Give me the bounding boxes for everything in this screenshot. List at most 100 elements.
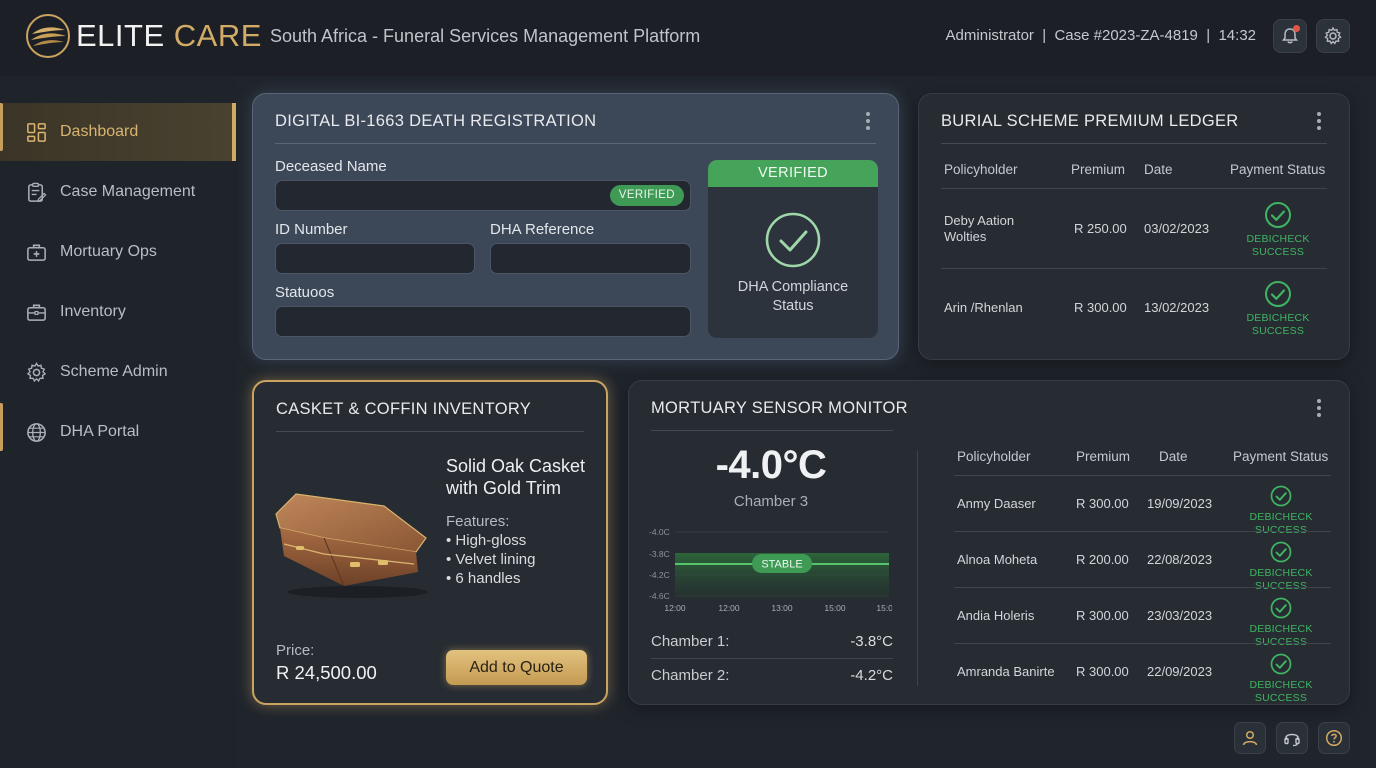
chamber-reading-row: Chamber 2: -4.2°C <box>651 667 893 684</box>
brand-name-part2: CARE <box>173 18 262 53</box>
brand-logo[interactable]: ELITE CARE <box>24 12 262 60</box>
brand-name-part1: ELITE <box>76 18 165 53</box>
wings-logo-icon <box>26 14 70 58</box>
payment-status-cell: DEBICHECK SUCCESS <box>1246 233 1310 258</box>
stable-badge: STABLE <box>761 559 802 571</box>
policyholder-cell: Deby Aation Wolties <box>944 213 1015 244</box>
help-button[interactable] <box>1318 722 1350 754</box>
more-options-icon[interactable] <box>860 112 876 132</box>
product-name-line1: Solid Oak Casket <box>446 456 586 476</box>
headset-icon <box>1284 733 1300 747</box>
x-tick-label: 13:00 <box>771 603 793 613</box>
features-label: Features: <box>446 513 510 530</box>
price-value: R 24,500.00 <box>276 662 377 683</box>
clipboard-icon <box>28 182 47 202</box>
status-field[interactable] <box>275 306 691 337</box>
check-circle-icon <box>1270 485 1292 507</box>
policyholder-cell: Arin /Rhenlan <box>944 300 1023 315</box>
chamber-label: Chamber 2: <box>651 667 730 684</box>
gear-icon <box>1324 26 1342 45</box>
mortuary-sensor-card: MORTUARY SENSOR MONITOR -4.0°C Chamber 3… <box>628 380 1350 705</box>
sidebar-item-label: Inventory <box>60 303 126 320</box>
divider <box>954 531 1331 532</box>
casket-image <box>275 493 428 598</box>
premium-cell: R 300.00 <box>1076 496 1129 511</box>
column-header-policyholder: Policyholder <box>944 162 1018 177</box>
column-header-policyholder: Policyholder <box>957 449 1031 464</box>
divider <box>276 431 584 432</box>
sidebar-item-mortuary-ops[interactable]: Mortuary Ops <box>0 223 236 281</box>
card-title: CASKET & COFFIN INVENTORY <box>276 400 532 418</box>
user-icon <box>1242 730 1258 746</box>
gear-icon <box>26 361 47 382</box>
divider <box>651 430 893 431</box>
chamber-reading-row: Chamber 1: -3.8°C <box>651 633 893 650</box>
dha-reference-field[interactable] <box>490 243 691 274</box>
compliance-status-header: VERIFIED <box>708 160 878 187</box>
column-header-date: Date <box>1144 162 1173 177</box>
sidebar-item-scheme-admin[interactable]: Scheme Admin <box>0 343 236 401</box>
feature-item: • Velvet lining <box>446 551 536 568</box>
platform-title: South Africa - Funeral Services Manageme… <box>270 26 701 46</box>
casket-inventory-card: CASKET & COFFIN INVENTORY Solid Oak Cask… <box>252 380 608 705</box>
check-circle-icon <box>1270 653 1292 675</box>
check-circle-icon <box>1270 541 1292 563</box>
deceased-name-field[interactable]: VERIFIED <box>275 180 691 211</box>
premium-ledger-card: BURIAL SCHEME PREMIUM LEDGER Policyholde… <box>918 93 1350 360</box>
add-to-quote-button[interactable]: Add to Quote <box>446 650 587 685</box>
column-header-date: Date <box>1159 449 1188 464</box>
card-title: MORTUARY SENSOR MONITOR <box>651 399 908 417</box>
notifications-button[interactable] <box>1273 19 1307 53</box>
premium-cell: R 250.00 <box>1074 221 1127 236</box>
payment-status-cell: DEBICHECK SUCCESS <box>1249 623 1313 648</box>
top-bar: ELITE CARE South Africa - Funeral Servic… <box>0 0 1376 76</box>
feature-item: • 6 handles <box>446 570 521 587</box>
card-title: DIGITAL BI-1663 DEATH REGISTRATION <box>275 112 597 130</box>
settings-button[interactable] <box>1316 19 1350 53</box>
sidebar-item-case-management[interactable]: Case Management <box>0 163 236 221</box>
date-cell: 22/09/2023 <box>1147 664 1213 679</box>
date-cell: 23/03/2023 <box>1147 608 1213 623</box>
more-options-icon[interactable] <box>1311 112 1327 132</box>
premium-cell: R 300.00 <box>1074 300 1127 315</box>
x-tick-label: 15:00 <box>824 603 846 613</box>
divider <box>954 475 1331 476</box>
death-registration-card: DIGITAL BI-1663 DEATH REGISTRATION Decea… <box>252 93 899 360</box>
column-header-payment-status: Payment Status <box>1233 449 1329 464</box>
sidebar-item-dha-portal[interactable]: DHA Portal <box>0 403 236 461</box>
policyholder-cell: Andia Holeris <box>957 608 1035 623</box>
chamber-value: -4.2°C <box>850 667 893 684</box>
payment-status-cell: DEBICHECK SUCCESS <box>1249 567 1313 592</box>
feature-item: • High-gloss <box>446 532 527 549</box>
payment-status-cell: DEBICHECK SUCCESS <box>1246 312 1310 337</box>
sidebar-item-dashboard[interactable]: Dashboard <box>0 103 236 161</box>
check-circle-icon <box>765 212 821 268</box>
divider <box>941 268 1327 269</box>
support-button[interactable] <box>1276 722 1308 754</box>
card-title: BURIAL SCHEME PREMIUM LEDGER <box>941 112 1239 130</box>
payment-status-cell: DEBICHECK SUCCESS <box>1249 679 1313 704</box>
divider <box>954 643 1331 644</box>
session-status: Administrator | Case #2023-ZA-4819 | 14:… <box>945 27 1256 44</box>
profile-button[interactable] <box>1234 722 1266 754</box>
brand-name: ELITE CARE <box>76 12 262 60</box>
id-number-field[interactable] <box>275 243 475 274</box>
more-options-icon[interactable] <box>1311 399 1327 419</box>
divider <box>941 188 1327 189</box>
check-circle-icon <box>1265 281 1291 307</box>
product-name: Solid Oak Casket with Gold Trim <box>446 455 585 499</box>
chamber-value: -3.8°C <box>850 633 893 650</box>
chamber-name: Chamber 3 <box>733 493 809 510</box>
id-number-label: ID Number <box>275 221 348 238</box>
y-tick-label: -4.0C <box>649 527 670 537</box>
chamber-label: Chamber 1: <box>651 633 730 650</box>
sidebar-item-inventory[interactable]: Inventory <box>0 283 236 341</box>
date-cell: 19/09/2023 <box>1147 496 1213 511</box>
divider <box>275 143 876 144</box>
divider <box>941 143 1327 144</box>
dha-compliance-panel: VERIFIED DHA Compliance Status <box>708 160 878 338</box>
price-label: Price: <box>276 642 315 659</box>
y-tick-label: -3.8C <box>649 549 670 559</box>
medical-kit-icon <box>27 244 46 261</box>
payment-status-cell: DEBICHECK SUCCESS <box>1249 511 1313 536</box>
